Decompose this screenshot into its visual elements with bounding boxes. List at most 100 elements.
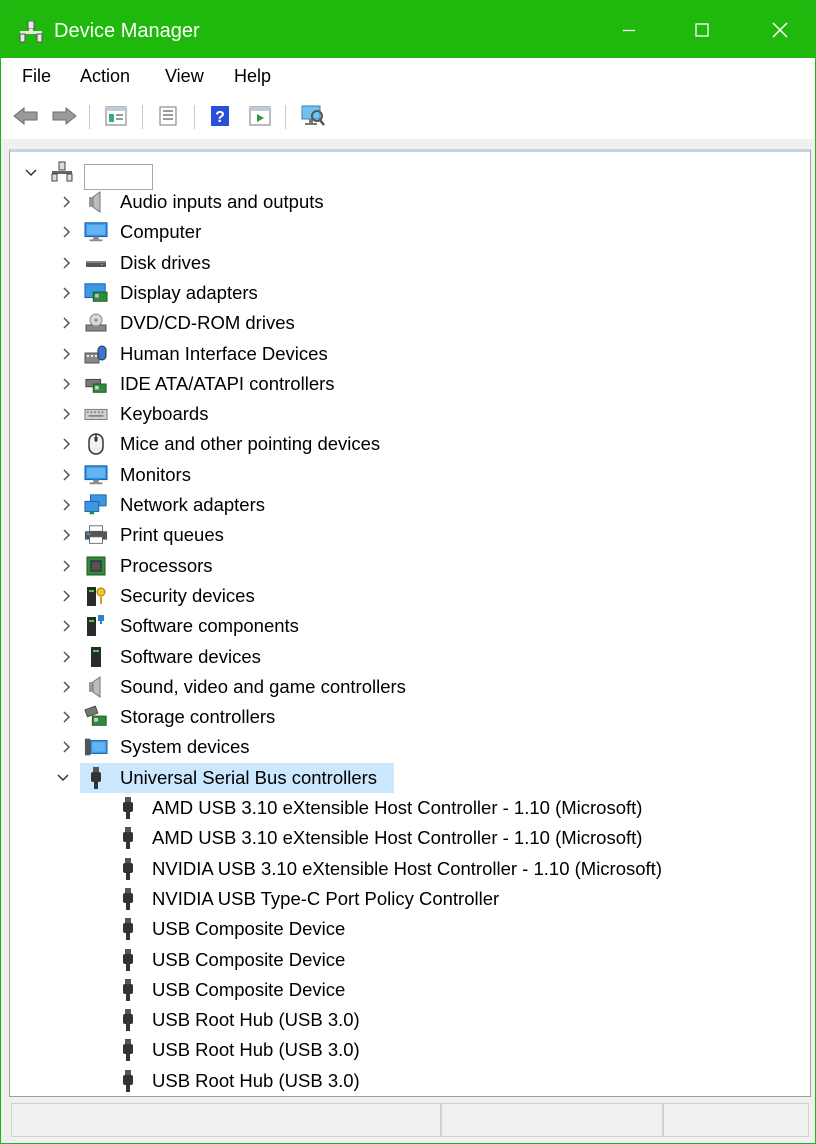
status-pane-3 [663,1103,809,1137]
usb-device-item[interactable]: AMD USB 3.10 eXtensible Host Controller … [10,824,800,852]
chevron-right-icon[interactable] [60,468,74,482]
chevron-right-icon[interactable] [60,740,74,754]
chevron-right-icon[interactable] [60,437,74,451]
chevron-right-icon[interactable] [60,650,74,664]
keyboard-icon [84,403,108,425]
system-devices-icon [84,736,108,758]
chevron-down-icon[interactable] [56,771,70,785]
chevron-right-icon[interactable] [60,225,74,239]
chevron-right-icon[interactable] [60,710,74,724]
chevron-down-icon[interactable] [24,166,38,180]
chevron-right-icon[interactable] [60,498,74,512]
run-icon[interactable] [245,101,275,131]
category-label: Monitors [120,463,191,485]
menu-action[interactable]: Action [80,66,130,87]
device-tree[interactable]: Audio inputs and outputs Computer Disk dri… [9,149,811,1097]
toolbar-separator [194,105,195,129]
chevron-right-icon[interactable] [60,407,74,421]
properties-icon[interactable] [101,101,131,131]
scan-hardware-icon[interactable] [298,101,328,131]
category-display-adapters[interactable]: Display adapters [10,279,800,307]
close-button[interactable] [741,1,816,58]
help-icon[interactable]: ? [205,101,235,131]
category-disk-drives[interactable]: Disk drives [10,249,800,277]
mouse-icon [84,433,108,456]
toolbar-separator [285,105,286,129]
category-dvd-cd-rom-drives[interactable]: DVD/CD-ROM drives [10,309,800,337]
software-device-icon [84,646,108,668]
chevron-right-icon[interactable] [60,256,74,270]
usb-icon [116,978,140,1001]
category-label: DVD/CD-ROM drives [120,312,295,334]
category-ide-ata-atapi-controllers[interactable]: IDE ATA/ATAPI controllers [10,370,800,398]
category-security-devices[interactable]: Security devices [10,582,800,610]
disk-drive-icon [84,252,108,274]
usb-device-item[interactable]: USB Composite Device [10,915,800,943]
chevron-right-icon[interactable] [60,286,74,300]
category-label: Universal Serial Bus controllers [120,766,378,788]
security-device-icon [84,585,108,607]
chevron-right-icon[interactable] [60,195,74,209]
usb-device-item[interactable]: USB Composite Device [10,976,800,1004]
maximize-button[interactable] [663,1,741,58]
minimize-button[interactable] [590,1,668,58]
category-system-devices[interactable]: System devices [10,733,800,761]
category-label: IDE ATA/ATAPI controllers [120,372,335,394]
category-universal-serial-bus-controllers[interactable]: Universal Serial Bus controllers [10,762,800,793]
storage-controller-icon [84,705,108,728]
category-keyboards[interactable]: Keyboards [10,400,800,428]
chevron-right-icon[interactable] [60,377,74,391]
status-pane-2 [441,1103,663,1137]
menu-file[interactable]: File [22,66,51,87]
category-monitors[interactable]: Monitors [10,461,800,489]
forward-arrow-icon[interactable] [49,101,79,131]
chevron-right-icon[interactable] [60,589,74,603]
usb-device-item[interactable]: USB Root Hub (USB 3.0) [10,1036,800,1064]
svg-text:?: ? [215,109,225,126]
usb-device-item[interactable]: NVIDIA USB Type-C Port Policy Controller [10,885,800,913]
category-label: Display adapters [120,281,258,303]
category-label: Sound, video and game controllers [120,675,406,697]
usb-device-item[interactable]: USB Root Hub (USB 3.0) [10,1067,800,1095]
usb-device-label: USB Composite Device [152,918,346,940]
category-mice-and-other-pointing-devices[interactable]: Mice and other pointing devices [10,430,800,458]
usb-device-item[interactable]: USB Composite Device [10,946,800,974]
toolbar-separator [142,105,143,129]
usb-icon [84,766,108,789]
chevron-right-icon[interactable] [60,528,74,542]
category-computer[interactable]: Computer [10,218,800,246]
chevron-right-icon[interactable] [60,680,74,694]
processor-icon [84,555,108,577]
menu-help[interactable]: Help [234,66,271,87]
category-software-devices[interactable]: Software devices [10,643,800,671]
usb-device-item[interactable]: USB Root Hub (USB 3.0) [10,1006,800,1034]
category-software-components[interactable]: Software components [10,612,800,640]
chevron-right-icon[interactable] [60,347,74,361]
update-driver-icon[interactable] [153,101,183,131]
title-bar[interactable]: Device Manager [1,1,815,58]
category-label: Keyboards [120,403,209,425]
category-human-interface-devices[interactable]: Human Interface Devices [10,340,800,368]
category-print-queues[interactable]: Print queues [10,521,800,549]
category-label: Network adapters [120,494,265,515]
display-adapter-icon [84,282,108,304]
category-audio-inputs-and-outputs[interactable]: Audio inputs and outputs [10,188,800,216]
category-storage-controllers[interactable]: Storage controllers [10,703,800,731]
usb-device-item[interactable]: AMD USB 3.10 eXtensible Host Controller … [10,794,800,822]
chevron-right-icon[interactable] [60,619,74,633]
usb-device-label: USB Root Hub (USB 3.0) [152,1009,360,1031]
usb-icon [116,1039,140,1062]
category-network-adapters[interactable]: Network adapters [10,491,800,519]
tree-root-row[interactable] [10,160,800,190]
category-sound-video-and-game-controllers[interactable]: Sound, video and game controllers [10,673,800,701]
usb-icon [116,1009,140,1032]
computer-root-icon [50,161,74,183]
chevron-right-icon[interactable] [60,559,74,573]
chevron-right-icon[interactable] [60,316,74,330]
menu-view[interactable]: View [165,66,204,87]
usb-device-item[interactable]: NVIDIA USB 3.10 eXtensible Host Controll… [10,855,800,883]
category-processors[interactable]: Processors [10,552,800,580]
usb-device-label: USB Root Hub (USB 3.0) [152,1069,360,1091]
back-arrow-icon[interactable] [11,101,41,131]
usb-device-label: USB Composite Device [152,978,346,1000]
